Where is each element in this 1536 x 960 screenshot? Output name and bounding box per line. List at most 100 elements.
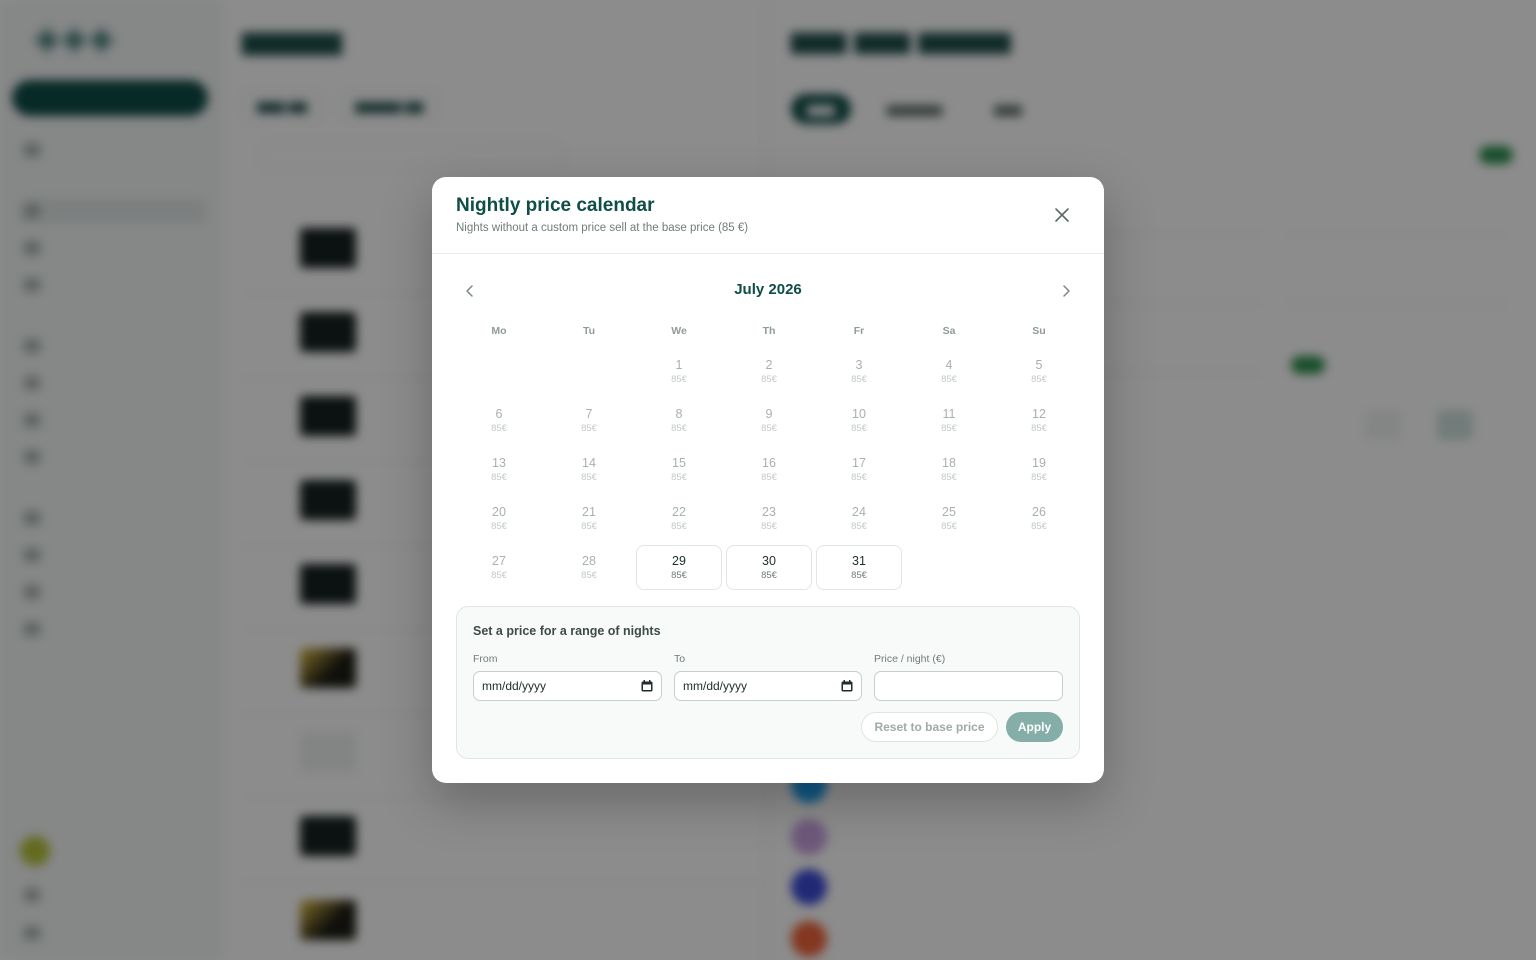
calendar-day-past: 18 85€ — [906, 447, 992, 492]
day-number: 19 — [1032, 456, 1046, 470]
next-month-button[interactable] — [1051, 276, 1081, 306]
reset-to-base-price-button[interactable]: Reset to base price — [861, 712, 998, 742]
calendar-day-past: 24 85€ — [816, 496, 902, 541]
close-icon — [1055, 208, 1069, 222]
range-price-form: Set a price for a range of nights From m… — [456, 606, 1080, 759]
day-price: 85€ — [671, 423, 687, 434]
day-price: 85€ — [1031, 521, 1047, 532]
day-number: 17 — [852, 456, 866, 470]
from-date-input[interactable]: mm/dd/yyyy — [473, 671, 662, 701]
modal-title: Nightly price calendar — [456, 195, 655, 216]
day-price: 85€ — [761, 374, 777, 385]
apply-button[interactable]: Apply — [1006, 712, 1063, 742]
day-price: 85€ — [671, 521, 687, 532]
day-price: 85€ — [761, 472, 777, 483]
calendar-icon — [641, 680, 653, 692]
day-price: 85€ — [851, 374, 867, 385]
day-price: 85€ — [581, 521, 597, 532]
calendar-day-past: 17 85€ — [816, 447, 902, 492]
day-price: 85€ — [941, 374, 957, 385]
weekday-label: Sa — [942, 325, 956, 337]
calendar-day-past: 10 85€ — [816, 398, 902, 443]
day-number: 24 — [852, 505, 866, 519]
day-price: 85€ — [491, 423, 507, 434]
day-number: 18 — [942, 456, 956, 470]
day-price: 85€ — [761, 521, 777, 532]
day-number: 15 — [672, 456, 686, 470]
day-number: 12 — [1032, 407, 1046, 421]
calendar-day-past: 27 85€ — [456, 545, 542, 590]
day-number: 21 — [582, 505, 596, 519]
from-label: From — [473, 653, 498, 665]
day-price: 85€ — [1031, 423, 1047, 434]
calendar-day-past: 21 85€ — [546, 496, 632, 541]
to-date-value: mm/dd/yyyy — [683, 679, 748, 693]
day-number: 9 — [765, 407, 773, 421]
day-price: 85€ — [941, 472, 957, 483]
price-calendar-modal: Nightly price calendar Nights without a … — [432, 177, 1104, 783]
from-date-value: mm/dd/yyyy — [482, 679, 547, 693]
weekday-label: Mo — [491, 325, 507, 337]
day-number: 29 — [672, 554, 686, 568]
calendar-day-grid: 1 85€ 2 85€ 3 85€ 4 85€ 5 85€ 6 85€ 7 85€ 8 85€ 9 85€ 10 85… — [456, 349, 1080, 590]
calendar-day-past: 9 85€ — [726, 398, 812, 443]
day-price: 85€ — [1031, 374, 1047, 385]
calendar-day-past: 4 85€ — [906, 349, 992, 394]
day-price: 85€ — [851, 423, 867, 434]
weekday-label: Fr — [853, 325, 865, 337]
calendar-day-past: 5 85€ — [996, 349, 1082, 394]
weekday-label: Th — [762, 325, 776, 337]
day-price: 85€ — [671, 472, 687, 483]
weekday-label: Tu — [582, 325, 596, 337]
day-price: 85€ — [491, 472, 507, 483]
calendar-day-past: 15 85€ — [636, 447, 722, 492]
day-price: 85€ — [491, 521, 507, 532]
calendar-day-available[interactable]: 29 85€ — [636, 545, 722, 590]
calendar-day-past: 19 85€ — [996, 447, 1082, 492]
day-number: 11 — [942, 407, 956, 421]
calendar-day-available[interactable]: 30 85€ — [726, 545, 812, 590]
calendar-day-past: 2 85€ — [726, 349, 812, 394]
calendar-day-past: 11 85€ — [906, 398, 992, 443]
day-price: 85€ — [581, 472, 597, 483]
day-number: 20 — [492, 505, 506, 519]
day-price: 85€ — [941, 521, 957, 532]
calendar-day-past: 12 85€ — [996, 398, 1082, 443]
calendar-day-past: 23 85€ — [726, 496, 812, 541]
day-price: 85€ — [941, 423, 957, 434]
calendar-day-past: 13 85€ — [456, 447, 542, 492]
close-button[interactable] — [1046, 199, 1078, 231]
day-number: 25 — [942, 505, 956, 519]
day-number: 5 — [1035, 358, 1043, 372]
calendar-month-label: July 2026 — [734, 281, 802, 298]
day-number: 6 — [495, 407, 503, 421]
day-price: 85€ — [491, 570, 507, 581]
day-number: 26 — [1032, 505, 1046, 519]
calendar-day-past: 20 85€ — [456, 496, 542, 541]
day-price: 85€ — [1031, 472, 1047, 483]
day-number: 14 — [582, 456, 596, 470]
price-per-night-input[interactable] — [874, 671, 1063, 701]
weekday-label: We — [671, 325, 687, 337]
day-number: 13 — [492, 456, 506, 470]
day-price: 85€ — [761, 570, 777, 581]
day-number: 4 — [945, 358, 953, 372]
weekday-label: Su — [1032, 325, 1046, 337]
day-number: 30 — [762, 554, 776, 568]
calendar-day-past: 16 85€ — [726, 447, 812, 492]
to-label: To — [674, 653, 686, 665]
day-price: 85€ — [671, 570, 687, 581]
day-number: 3 — [855, 358, 863, 372]
day-number: 23 — [762, 505, 776, 519]
day-price: 85€ — [671, 374, 687, 385]
calendar-day-past: 14 85€ — [546, 447, 632, 492]
calendar-day-past: 7 85€ — [546, 398, 632, 443]
to-date-input[interactable]: mm/dd/yyyy — [674, 671, 862, 701]
modal-header: Nightly price calendar Nights without a … — [432, 177, 1104, 254]
day-price: 85€ — [851, 472, 867, 483]
price-per-night-label: Price / night (€) — [874, 653, 946, 665]
calendar-day-available[interactable]: 31 85€ — [816, 545, 902, 590]
day-number: 7 — [585, 407, 593, 421]
calendar-day-past: 3 85€ — [816, 349, 902, 394]
calendar-day-past: 28 85€ — [546, 545, 632, 590]
